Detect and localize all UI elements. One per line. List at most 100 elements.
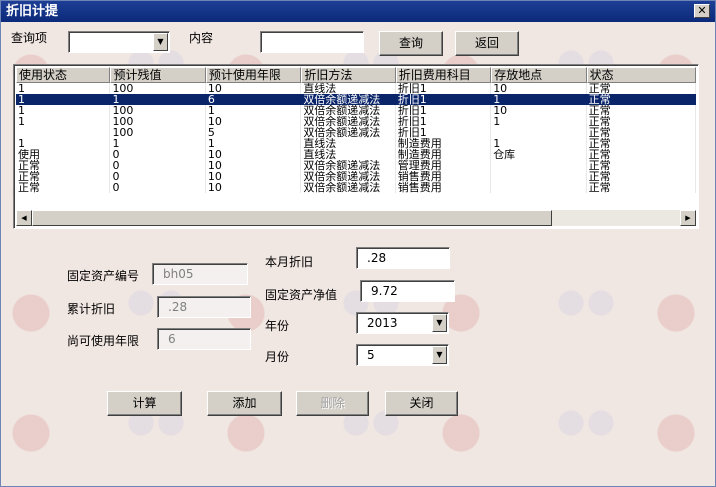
- table-cell: 正常: [587, 160, 696, 171]
- scrollbar-thumb[interactable]: [32, 210, 552, 226]
- table-cell: 双倍余额递减法: [301, 127, 396, 138]
- table-cell: 0: [110, 182, 206, 193]
- table-row[interactable]: 正常 0 10 双倍余额递减法 销售费用 正常: [16, 171, 696, 182]
- close-icon[interactable]: ✕: [694, 4, 710, 18]
- scroll-right-icon[interactable]: ▶: [680, 210, 696, 226]
- table-cell: 制造费用: [396, 138, 492, 149]
- table-cell: 折旧1: [396, 94, 492, 105]
- column-header[interactable]: 预计残值: [110, 67, 206, 83]
- table-cell: 正常: [587, 94, 696, 105]
- year-select[interactable]: 2013 ▼: [356, 312, 449, 334]
- table-cell: 1: [16, 138, 111, 149]
- table-row[interactable]: 正常 0 10 双倍余额递减法 管理费用 正常: [16, 160, 696, 171]
- table-cell: [16, 127, 111, 138]
- chevron-down-icon[interactable]: ▼: [432, 314, 447, 332]
- table-cell: [491, 182, 587, 193]
- table-cell: 正常: [587, 149, 696, 160]
- table-cell: 使用: [16, 149, 111, 160]
- year-value: 2013: [367, 316, 398, 330]
- table-row[interactable]: 正常 0 10 双倍余额递减法 销售费用 正常: [16, 182, 696, 193]
- table-cell: 正常: [16, 182, 111, 193]
- table-cell: 1: [110, 138, 206, 149]
- table-cell: 直线法: [301, 138, 396, 149]
- table-cell: 双倍余额递减法: [301, 182, 396, 193]
- column-header[interactable]: 折旧方法: [301, 67, 396, 83]
- column-header[interactable]: 使用状态: [16, 67, 111, 83]
- table-cell: 10: [491, 83, 587, 94]
- table-cell: 直线法: [301, 149, 396, 160]
- table-cell: 10: [206, 171, 302, 182]
- table-cell: 100: [110, 116, 206, 127]
- title-bar: 折旧计提 ✕: [1, 1, 715, 22]
- column-header[interactable]: 预计使用年限: [205, 67, 302, 83]
- table-cell: 1: [110, 94, 206, 105]
- query-content-label: 内容: [189, 31, 214, 45]
- table-row[interactable]: 1 100 10 双倍余额递减法 折旧1 1 正常: [16, 116, 696, 127]
- column-header[interactable]: 存放地点: [491, 67, 587, 83]
- table-cell: 10: [206, 182, 302, 193]
- table-cell: 0: [110, 160, 206, 171]
- table-row[interactable]: 1 100 10 直线法 折旧1 10 正常: [16, 83, 696, 94]
- table-cell: 100: [110, 127, 206, 138]
- table-cell: 1: [491, 116, 587, 127]
- month-select[interactable]: 5 ▼: [356, 344, 449, 366]
- table-cell: 制造费用: [396, 149, 492, 160]
- table-row[interactable]: 1 1 1 直线法 制造费用 1 正常: [16, 138, 696, 149]
- table-cell: 仓库: [491, 149, 587, 160]
- table-cell: 1: [16, 116, 111, 127]
- table-cell: [491, 171, 587, 182]
- table-cell: 销售费用: [396, 171, 492, 182]
- table-row[interactable]: 使用 0 10 直线法 制造费用 仓库 正常: [16, 149, 696, 160]
- table-row[interactable]: 1 100 1 双倍余额递减法 折旧1 10 正常: [16, 105, 696, 116]
- table-cell: 直线法: [301, 83, 396, 94]
- calculate-button[interactable]: 计算: [107, 391, 182, 416]
- close-button[interactable]: 关闭: [385, 391, 458, 416]
- table-cell: 管理费用: [396, 160, 492, 171]
- add-button[interactable]: 添加: [207, 391, 282, 416]
- month-dep-field[interactable]: .28: [356, 247, 450, 269]
- table-row[interactable]: 100 5 双倍余额递减法 折旧1 正常: [16, 127, 696, 138]
- column-header[interactable]: 状态: [586, 67, 696, 83]
- table-row[interactable]: 1 1 6 双倍余额递减法 折旧1 1 正常: [16, 94, 696, 105]
- chevron-down-icon[interactable]: ▼: [153, 33, 168, 51]
- asset-no-label: 固定资产编号: [67, 269, 140, 283]
- table-cell: 100: [110, 105, 206, 116]
- back-button[interactable]: 返回: [455, 31, 519, 56]
- grid-body: 1 100 10 直线法 折旧1 10 正常 1 1 6 双倍余额递减法 折旧1 1 正常 1 100 1 双倍余…: [16, 83, 696, 211]
- table-cell: 1: [16, 105, 111, 116]
- horizontal-scrollbar[interactable]: ◀ ▶: [16, 210, 696, 226]
- table-cell: [491, 160, 587, 171]
- table-cell: 正常: [587, 83, 696, 94]
- table-cell: 100: [110, 83, 206, 94]
- net-value-field[interactable]: 9.72: [360, 280, 455, 302]
- table-cell: 正常: [587, 127, 696, 138]
- table-cell: 正常: [16, 160, 111, 171]
- table-cell: 双倍余额递减法: [301, 160, 396, 171]
- table-cell: 折旧1: [396, 116, 492, 127]
- table-cell: 10: [206, 83, 302, 94]
- scroll-left-icon[interactable]: ◀: [16, 210, 32, 226]
- table-cell: 双倍余额递减法: [301, 116, 396, 127]
- table-cell: 10: [206, 149, 302, 160]
- table-cell: 正常: [587, 182, 696, 193]
- table-cell: 1: [491, 138, 587, 149]
- asset-grid[interactable]: 使用状态 预计残值 预计使用年限 折旧方法 折旧费用科目 存放地点 状态 1 10…: [13, 64, 699, 229]
- table-cell: 10: [206, 160, 302, 171]
- table-cell: 6: [206, 94, 302, 105]
- query-content-input[interactable]: [260, 31, 364, 53]
- grid-header: 使用状态 预计残值 预计使用年限 折旧方法 折旧费用科目 存放地点 状态: [16, 67, 696, 83]
- table-cell: 折旧1: [396, 83, 492, 94]
- table-cell: 双倍余额递减法: [301, 171, 396, 182]
- accum-dep-label: 累计折旧: [67, 302, 116, 316]
- table-cell: 折旧1: [396, 105, 492, 116]
- column-header[interactable]: 折旧费用科目: [395, 67, 492, 83]
- month-dep-label: 本月折旧: [265, 255, 314, 269]
- asset-no-field: bh05: [152, 263, 248, 285]
- table-cell: [491, 127, 587, 138]
- net-value-label: 固定资产净值: [265, 288, 338, 302]
- table-cell: 1: [206, 138, 302, 149]
- query-field-select[interactable]: ▼: [68, 31, 170, 53]
- query-button[interactable]: 查询: [379, 31, 443, 56]
- remaining-years-field: 6: [157, 328, 251, 350]
- chevron-down-icon[interactable]: ▼: [432, 346, 447, 364]
